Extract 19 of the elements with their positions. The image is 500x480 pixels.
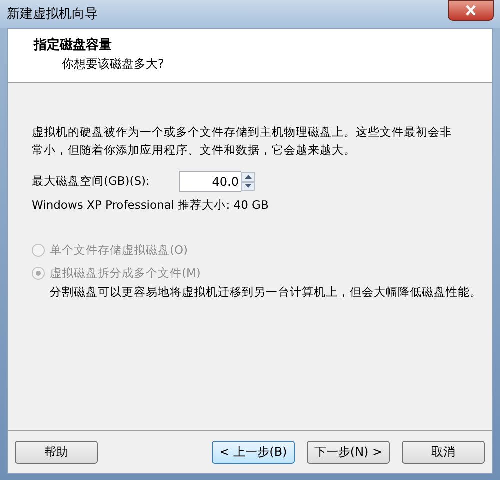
down-arrow-icon: [244, 184, 252, 188]
radio-label: 虚拟磁盘拆分成多个文件(M): [50, 266, 201, 281]
disk-size-field[interactable]: 40.0: [179, 171, 241, 192]
close-icon: [465, 5, 477, 16]
wizard-button[interactable]: < 上一步(B): [212, 440, 295, 464]
wizard-button[interactable]: 取消: [402, 440, 485, 464]
wizard-button[interactable]: 下一步(N) >: [307, 440, 390, 464]
close-button[interactable]: [448, 0, 494, 21]
step-subtitle: 你想要该磁盘多大?: [62, 56, 166, 73]
option-note: 分割磁盘可以更容易地将虚拟机迁移到另一台计算机上，但会大幅降低磁盘性能。: [50, 285, 483, 300]
wizard-button[interactable]: 帮助: [15, 440, 98, 464]
disk-size-label: 最大磁盘空间(GB)(S):: [32, 174, 151, 189]
spin-up-button[interactable]: [241, 172, 255, 182]
window-title: 新建虚拟机向导: [7, 6, 98, 23]
radio-label: 单个文件存储虚拟磁盘(O): [50, 243, 188, 258]
recommended-size-text: Windows XP Professional 推荐大小: 40 GB: [32, 198, 270, 213]
step-title: 指定磁盘容量: [34, 37, 113, 54]
up-arrow-icon: [244, 174, 252, 179]
description-text: 虚拟机的硬盘被作为一个或多个文件存储到主机物理磁盘上。这些文件最初会非常小，但随着你添加应用程序、文件和数据，它会越来越大。: [32, 124, 453, 159]
